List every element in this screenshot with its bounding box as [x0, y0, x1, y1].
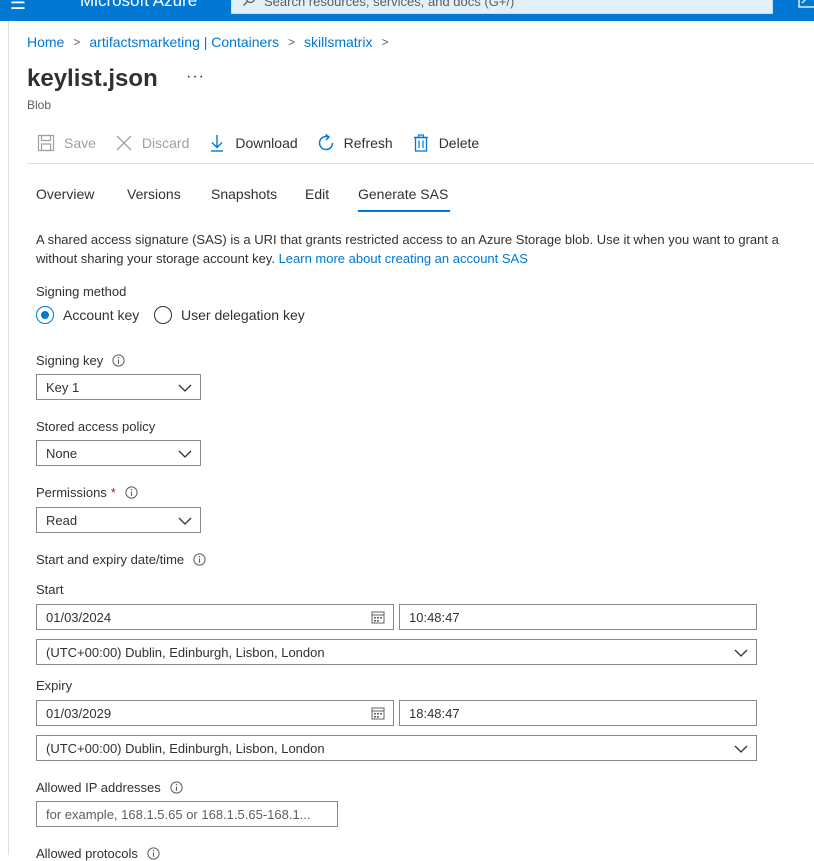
breadcrumb-separator: > — [287, 35, 295, 49]
breadcrumb-separator: > — [381, 35, 389, 49]
datetime-label: Start and expiry date/time — [36, 552, 185, 567]
radio-account-key-label: Account key — [63, 307, 140, 323]
chevron-down-icon — [178, 381, 192, 396]
info-icon[interactable] — [112, 354, 125, 367]
discard-icon — [114, 133, 134, 153]
global-search-input[interactable]: Search resources, services, and docs (G+… — [231, 0, 773, 14]
allowed-protocols-label: Allowed protocols — [36, 846, 138, 861]
chevron-down-icon — [734, 646, 748, 661]
cloud-shell-icon[interactable] — [798, 0, 814, 11]
permissions-select[interactable]: Read — [36, 507, 201, 533]
breadcrumb-skillsmatrix[interactable]: skillsmatrix — [304, 34, 372, 50]
radio-account-key[interactable]: Account key — [36, 306, 139, 324]
expiry-time-input[interactable]: 18:48:47 — [399, 700, 757, 726]
info-icon[interactable] — [147, 847, 160, 860]
toolbar-divider — [27, 163, 814, 164]
sas-description: A shared access signature (SAS) is a URI… — [36, 230, 814, 268]
expiry-date-value: 01/03/2029 — [46, 705, 112, 721]
stored-policy-label: Stored access policy — [36, 419, 156, 434]
expiry-date-input[interactable]: 01/03/2029 — [36, 700, 394, 726]
trash-icon — [411, 133, 431, 153]
start-date-input[interactable]: 01/03/2024 — [36, 604, 394, 630]
download-label: Download — [235, 135, 298, 151]
description-line-2-text: without sharing your storage account key… — [36, 251, 279, 266]
search-placeholder: Search resources, services, and docs (G+… — [264, 0, 515, 9]
learn-more-link[interactable]: Learn more about creating an account SAS — [279, 251, 528, 266]
radio-account-key-circle[interactable] — [36, 306, 54, 324]
expiry-timezone-value: (UTC+00:00) Dublin, Edinburgh, Lisbon, L… — [46, 740, 325, 756]
datetime-label-row: Start and expiry date/time — [36, 552, 206, 567]
tab-edit[interactable]: Edit — [305, 186, 329, 202]
refresh-icon — [316, 133, 336, 153]
chevron-down-icon — [178, 447, 192, 462]
expiry-timezone-select[interactable]: (UTC+00:00) Dublin, Edinburgh, Lisbon, L… — [36, 735, 757, 761]
permissions-label: Permissions — [36, 485, 107, 500]
start-date-value: 01/03/2024 — [46, 609, 112, 625]
radio-user-delegation-key-label: User delegation key — [181, 307, 305, 323]
calendar-icon[interactable] — [371, 706, 385, 723]
download-button[interactable]: Download — [207, 133, 298, 153]
delete-button[interactable]: Delete — [411, 133, 479, 153]
info-icon[interactable] — [193, 553, 206, 566]
content-left-border — [8, 21, 9, 855]
description-line-1: A shared access signature (SAS) is a URI… — [36, 232, 779, 247]
allowed-ip-input[interactable]: for example, 168.1.5.65 or 168.1.5.65-16… — [36, 801, 338, 827]
expiry-time-value: 18:48:47 — [409, 705, 460, 721]
required-marker: * — [110, 485, 116, 500]
command-bar: Save Discard Download Refresh Delete — [36, 132, 497, 154]
permissions-value: Read — [46, 512, 78, 528]
signing-method-label: Signing method — [36, 284, 127, 299]
tab-generate-sas[interactable]: Generate SAS — [358, 186, 448, 202]
start-timezone-select[interactable]: (UTC+00:00) Dublin, Edinburgh, Lisbon, L… — [36, 639, 757, 665]
signing-key-value: Key 1 — [46, 379, 80, 395]
breadcrumb: Home > artifactsmarketing | Containers >… — [27, 33, 397, 51]
tab-versions[interactable]: Versions — [127, 186, 181, 202]
allowed-ip-placeholder: for example, 168.1.5.65 or 168.1.5.65-16… — [46, 806, 311, 822]
start-time-input[interactable]: 10:48:47 — [399, 604, 757, 630]
signing-key-label: Signing key — [36, 353, 104, 368]
info-icon[interactable] — [125, 486, 138, 499]
page-title: keylist.json — [27, 65, 158, 92]
page-subtitle: Blob — [27, 98, 52, 112]
allowed-ip-label-row: Allowed IP addresses — [36, 780, 183, 795]
search-icon — [242, 0, 256, 10]
refresh-button[interactable]: Refresh — [316, 133, 393, 153]
save-icon — [36, 133, 56, 153]
stored-policy-select[interactable]: None — [36, 440, 201, 466]
delete-label: Delete — [438, 135, 480, 151]
permissions-label-row: Permissions * — [36, 485, 138, 500]
radio-user-delegation-key-circle[interactable] — [154, 306, 172, 324]
save-label: Save — [64, 135, 96, 151]
brand-name[interactable]: Microsoft Azure — [80, 0, 197, 12]
allowed-protocols-label-row: Allowed protocols — [36, 846, 160, 861]
tab-snapshots[interactable]: Snapshots — [211, 186, 277, 202]
allowed-ip-label: Allowed IP addresses — [36, 780, 161, 795]
radio-user-delegation-key[interactable]: User delegation key — [154, 306, 305, 324]
start-timezone-value: (UTC+00:00) Dublin, Edinburgh, Lisbon, L… — [46, 644, 325, 660]
menu-icon[interactable]: ☰ — [0, 0, 36, 14]
signing-key-select[interactable]: Key 1 — [36, 374, 201, 400]
refresh-label: Refresh — [343, 135, 393, 151]
save-button[interactable]: Save — [36, 133, 96, 153]
discard-button[interactable]: Discard — [114, 133, 189, 153]
discard-label: Discard — [141, 135, 190, 151]
more-options-button[interactable]: ··· — [186, 68, 205, 86]
download-icon — [207, 133, 227, 153]
breadcrumb-separator: > — [73, 35, 81, 49]
chevron-down-icon — [734, 742, 748, 757]
breadcrumb-containers[interactable]: artifactsmarketing | Containers — [89, 34, 279, 50]
active-tab-indicator — [358, 210, 450, 212]
start-time-value: 10:48:47 — [409, 609, 460, 625]
expiry-label: Expiry — [36, 678, 73, 693]
info-icon[interactable] — [170, 781, 183, 794]
description-line-2: without sharing your storage account key… — [36, 249, 814, 268]
chevron-down-icon — [178, 514, 192, 529]
calendar-icon[interactable] — [371, 610, 385, 627]
start-label: Start — [36, 582, 64, 597]
tab-overview[interactable]: Overview — [36, 186, 94, 202]
stored-policy-value: None — [46, 445, 78, 461]
top-bar: ☰ Microsoft Azure Search resources, serv… — [0, 0, 814, 21]
signing-key-label-row: Signing key — [36, 353, 125, 368]
breadcrumb-home[interactable]: Home — [27, 34, 64, 50]
